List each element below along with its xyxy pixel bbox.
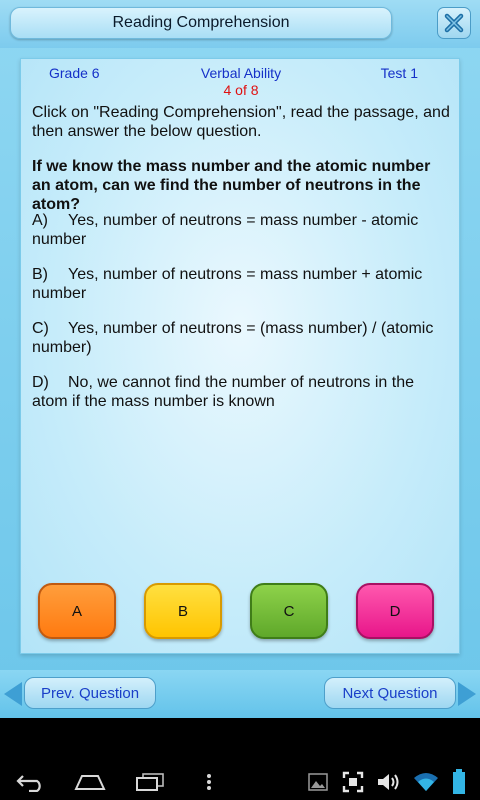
option-text: No, we cannot find the number of neutron… [32,374,414,410]
question-card: Grade 6 Verbal Ability Test 1 4 of 8 Cli… [20,58,460,654]
page-title: Reading Comprehension [10,7,392,39]
close-button[interactable] [437,7,471,39]
next-question-button[interactable]: Next Question [324,677,456,709]
back-icon[interactable] [14,770,48,794]
option-text: Yes, number of neutrons = mass number + … [32,266,423,302]
screenshot-icon[interactable] [341,770,365,794]
option-letter: B) [32,266,48,283]
option-d: D) No, we cannot find the number of neutr… [32,373,442,411]
option-letter: C) [32,320,49,337]
option-letter: A) [32,212,48,229]
answer-d-button[interactable]: D [356,583,434,639]
gallery-icon [306,770,330,794]
answer-a-button[interactable]: A [38,583,116,639]
app-screen: Reading Comprehension Grade 6 Verbal Abi… [0,0,480,718]
battery-icon [450,769,468,794]
prev-question-button[interactable]: Prev. Question [24,677,156,709]
option-letter: D) [32,374,49,391]
answer-c-button[interactable]: C [250,583,328,639]
prev-arrow-icon[interactable] [4,682,22,706]
menu-dots-icon[interactable] [202,770,216,794]
option-text: Yes, number of neutrons = (mass number) … [32,320,434,356]
answer-b-button[interactable]: B [144,583,222,639]
question-nav-bar: Prev. Question Next Question [0,670,480,718]
test-label: Test 1 [380,65,418,81]
option-c: C) Yes, number of neutrons = (mass number… [32,319,442,357]
question-text: If we know the mass number and the atomi… [32,158,431,213]
question-progress: 4 of 8 [223,82,259,98]
recent-apps-icon[interactable] [133,770,167,794]
home-icon[interactable] [72,770,108,794]
title-bar: Reading Comprehension [0,0,480,48]
next-arrow-icon[interactable] [458,682,476,706]
option-text: Yes, number of neutrons = mass number - … [32,212,419,248]
option-a: A) Yes, number of neutrons = mass number … [32,211,442,249]
system-nav-bar [0,764,480,800]
option-b: B) Yes, number of neutrons = mass number … [32,265,442,303]
volume-icon[interactable] [375,770,403,794]
close-icon [444,13,464,33]
wifi-icon [412,770,440,794]
instruction-text: Click on "Reading Comprehension", read t… [32,104,450,140]
